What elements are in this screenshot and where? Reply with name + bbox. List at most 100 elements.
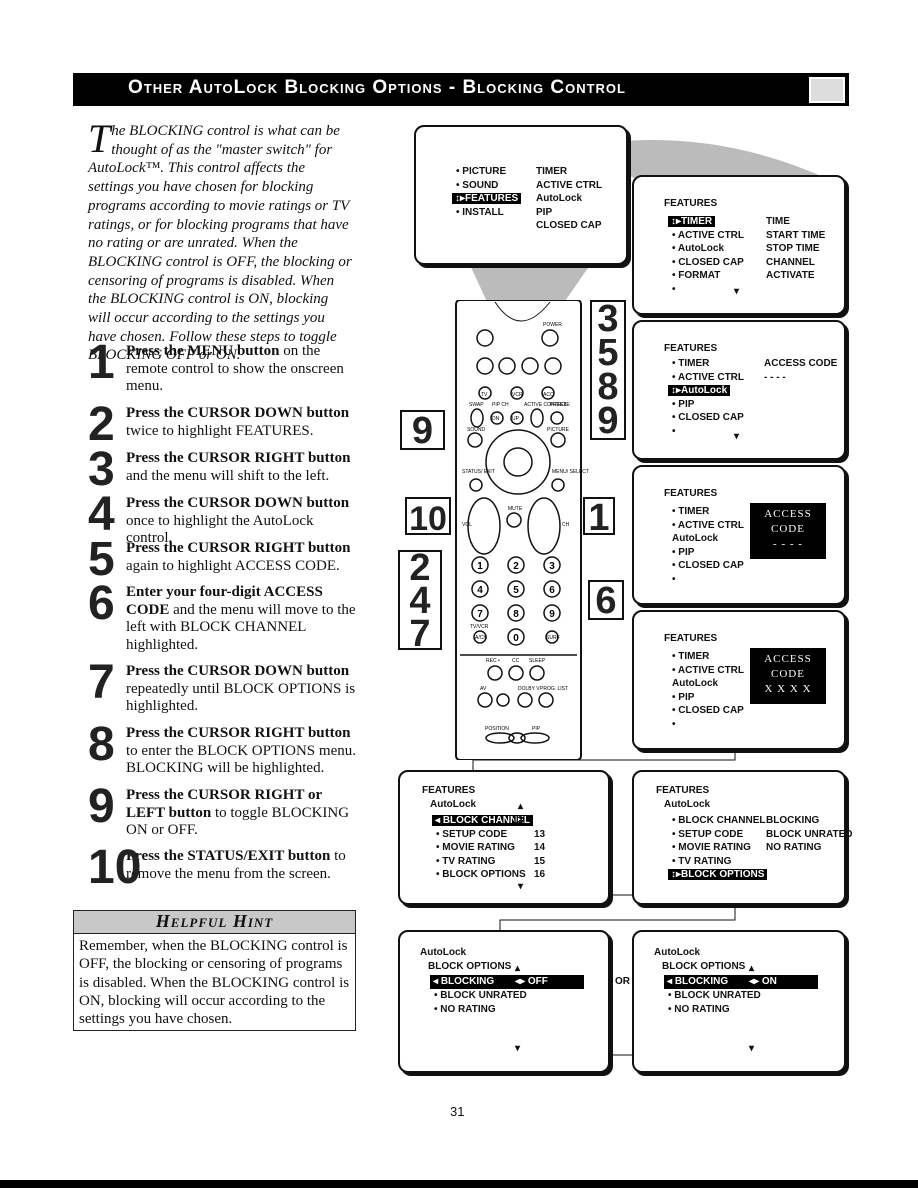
menu-line: TIME bbox=[766, 216, 790, 227]
menu-line: • TV RATING bbox=[436, 855, 496, 867]
menu-line: - - - - bbox=[764, 371, 786, 383]
menu-line: AutoLock bbox=[430, 799, 477, 810]
features-autolock-screen: FEATURES • TIMER • ACTIVE CTRL ↕▸AutoLock • … bbox=[632, 320, 846, 460]
svg-text:VOL: VOL bbox=[462, 522, 472, 528]
menu-line: • SOUND bbox=[456, 179, 499, 191]
menu-line: • NO RATING bbox=[668, 1004, 730, 1015]
menu-line: • MOVIE RATING bbox=[672, 842, 751, 853]
svg-text:POWER: POWER bbox=[543, 322, 562, 328]
digit-9-button: 9 bbox=[549, 609, 555, 620]
digit-2-button: 2 bbox=[513, 561, 519, 572]
menu-line: • bbox=[672, 425, 676, 437]
svg-text:CC: CC bbox=[512, 658, 520, 664]
digit-0-button: 0 bbox=[513, 633, 519, 644]
menu-line: FEATURES bbox=[664, 343, 718, 354]
menu-line: START TIME bbox=[766, 229, 826, 241]
menu-line: BLOCK UNRATED bbox=[766, 828, 853, 840]
menu-line: • ACTIVE CTRL bbox=[672, 519, 745, 531]
menu-line: 12 bbox=[512, 815, 524, 826]
menu-line: BLOCKING bbox=[766, 815, 820, 826]
features-menu-screen: FEATURES ↕▸TIMER • ACTIVE CTRL • AutoLock • … bbox=[632, 175, 846, 315]
blocking-off-screen: AutoLock BLOCK OPTIONS ▴ ◂ BLOCKING ◂▸ OFF • … bbox=[398, 930, 610, 1073]
svg-text:SURF: SURF bbox=[546, 635, 560, 641]
menu-line: FEATURES bbox=[664, 633, 718, 644]
menu-line: NO RATING bbox=[766, 842, 822, 853]
menu-line-highlighted: ↕▸TIMER bbox=[668, 215, 716, 229]
or-label: OR bbox=[615, 976, 630, 987]
menu-line: • TIMER bbox=[672, 358, 710, 369]
menu-line: • PIP bbox=[672, 691, 695, 703]
svg-text:TV: TV bbox=[481, 392, 488, 398]
blocking-toggle: ◂ BLOCKING ◂▸ ON bbox=[664, 975, 818, 989]
menu-line: • NO RATING bbox=[434, 1004, 496, 1015]
menu-line: CLOSED CAP bbox=[536, 220, 602, 231]
menu-line: • FORMAT bbox=[672, 270, 721, 281]
menu-line: • TIMER bbox=[672, 651, 710, 662]
menu-line: ACTIVATE bbox=[766, 270, 815, 281]
menu-line: • ACTIVE CTRL bbox=[672, 229, 745, 241]
menu-line-highlighted: ↕▸BLOCK OPTIONS bbox=[668, 868, 768, 882]
menu-line: • PIP bbox=[672, 546, 695, 558]
menu-line: • TIMER bbox=[672, 506, 710, 517]
menu-line: • CLOSED CAP bbox=[672, 705, 744, 716]
access-code-box: ACCESS CODE X X X X bbox=[750, 648, 826, 704]
blocking-on-screen: AutoLock BLOCK OPTIONS ▴ ◂ BLOCKING ◂▸ ON • B… bbox=[632, 930, 846, 1073]
menu-line: • ACTIVE CTRL bbox=[672, 664, 745, 676]
menu-line: • bbox=[672, 573, 676, 585]
menu-line: • MOVIE RATING bbox=[436, 842, 515, 853]
menu-line: • CLOSED CAP bbox=[672, 412, 744, 423]
svg-text:VCR: VCR bbox=[512, 392, 523, 398]
menu-line: 13 bbox=[534, 828, 546, 840]
menu-line: TIMER bbox=[536, 166, 568, 177]
menu-line: • PICTURE bbox=[456, 166, 507, 177]
menu-line: • BLOCK CHANNEL bbox=[672, 815, 766, 826]
block-options-highlight-screen: FEATURES AutoLock • BLOCK CHANNEL • SETUP C… bbox=[632, 770, 852, 905]
svg-text:MENU/ SELECT: MENU/ SELECT bbox=[552, 469, 589, 475]
autolock-menu-screen: FEATURES AutoLock ▴ ◂ BLOCK CHANNEL • SETUP … bbox=[398, 770, 610, 905]
menu-line: • CLOSED CAP bbox=[672, 256, 744, 268]
svg-text:CH: CH bbox=[562, 522, 570, 528]
svg-text:TV/VCR: TV/VCR bbox=[470, 624, 489, 630]
menu-line-highlighted: ↕▸FEATURES bbox=[452, 192, 522, 206]
svg-text:SOUND: SOUND bbox=[467, 427, 485, 433]
callout-step-6: 6 bbox=[588, 580, 624, 620]
svg-text:SWAP: SWAP bbox=[469, 402, 484, 408]
menu-line: AutoLock bbox=[664, 799, 711, 810]
menu-line: AutoLock bbox=[654, 947, 701, 958]
blocking-toggle: ◂ BLOCKING ◂▸ OFF bbox=[430, 975, 584, 989]
menu-line: 16 bbox=[534, 869, 546, 880]
page-number: 31 bbox=[450, 1104, 465, 1119]
menu-line: AutoLock bbox=[536, 193, 583, 204]
menu-line-highlighted: ↕▸AutoLock bbox=[668, 384, 731, 398]
svg-text:SLEEP: SLEEP bbox=[529, 658, 546, 664]
callout-step-10: 10 bbox=[405, 497, 451, 538]
menu-line: STOP TIME bbox=[766, 243, 820, 254]
svg-text:PIP CH: PIP CH bbox=[492, 402, 509, 408]
callout-steps-3-5-8-9: 3589 bbox=[590, 300, 626, 440]
digit-1-button: 1 bbox=[477, 561, 483, 572]
digit-6-button: 6 bbox=[549, 585, 555, 596]
svg-text:PICTURE: PICTURE bbox=[547, 427, 570, 433]
menu-line: BLOCK OPTIONS bbox=[428, 961, 512, 972]
menu-line: • CLOSED CAP bbox=[672, 560, 744, 571]
menu-line: FEATURES bbox=[422, 785, 476, 796]
remote-control: POWER SWAP PIP CH ACTIVE CONTROLFREEZE SOU… bbox=[455, 300, 589, 760]
digit-3-button: 3 bbox=[549, 561, 555, 572]
svg-text:DOLBY V: DOLBY V bbox=[518, 686, 540, 692]
menu-line: • INSTALL bbox=[456, 206, 504, 218]
svg-text:ACC: ACC bbox=[543, 392, 554, 398]
svg-text:MUTE: MUTE bbox=[508, 506, 523, 512]
digit-8-button: 8 bbox=[513, 609, 519, 620]
menu-line: • ACTIVE CTRL bbox=[672, 371, 745, 383]
svg-text:AV: AV bbox=[480, 686, 487, 692]
menu-line: • TV RATING bbox=[672, 855, 732, 867]
menu-line: • BLOCK UNRATED bbox=[668, 990, 761, 1001]
bottom-bar bbox=[0, 1180, 918, 1188]
svg-text:REC •: REC • bbox=[486, 658, 500, 664]
access-code-screen: FEATURES • TIMER • ACTIVE CTRL AutoLock • PI… bbox=[632, 465, 846, 605]
menu-line: ACCESS CODE bbox=[764, 358, 838, 369]
menu-line: PIP bbox=[536, 206, 553, 218]
menu-line: FEATURES bbox=[664, 198, 718, 209]
access-code-box: ACCESS CODE - - - - bbox=[750, 503, 826, 559]
svg-text:PROG. LIST: PROG. LIST bbox=[540, 686, 568, 692]
